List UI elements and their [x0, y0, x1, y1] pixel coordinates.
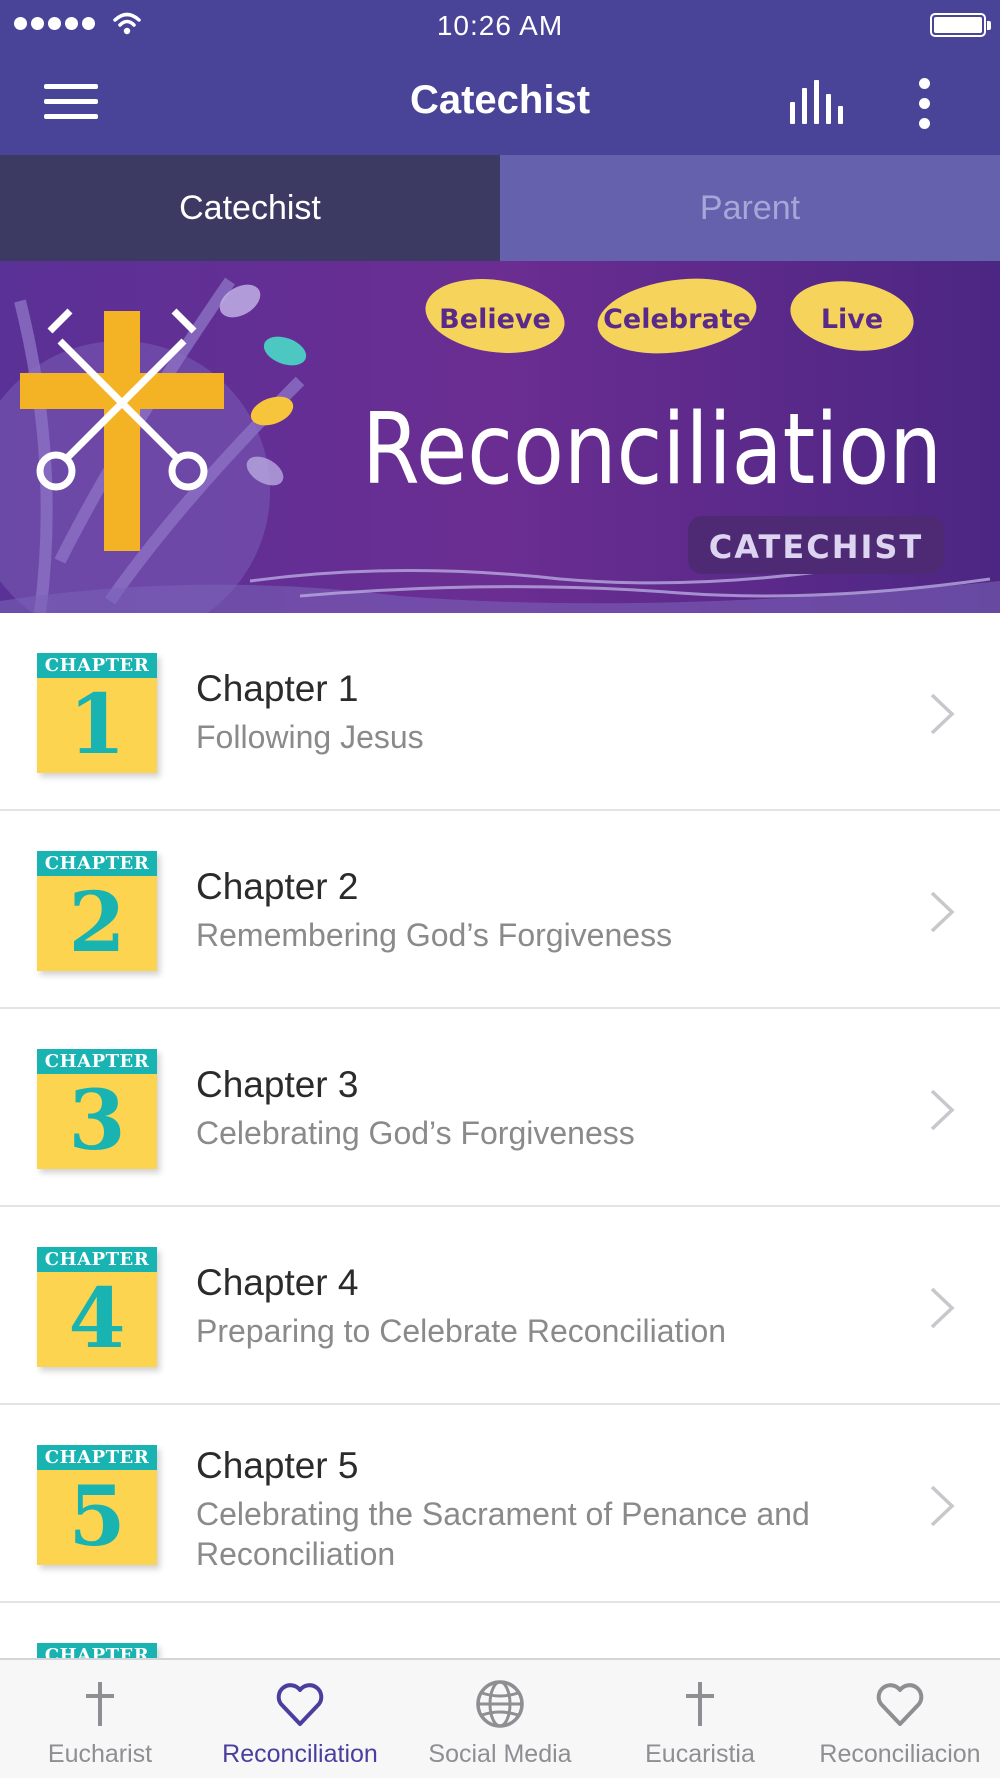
banner-leaf-celebrate: Celebrate	[603, 304, 751, 335]
chapter-title: Chapter 2	[196, 866, 359, 907]
chapter-badge-number: 2	[68, 875, 126, 971]
chapter-badge-label: CHAPTER	[37, 1247, 157, 1272]
chevron-right-icon	[930, 1485, 955, 1527]
role-segmented-control: Catechist Parent	[0, 155, 1000, 261]
tab-reconciliacion[interactable]: Reconciliacion	[800, 1660, 1000, 1778]
chapter-badge: CHAPTER 2	[37, 851, 157, 971]
chapter-badge-label: CHAPTER	[37, 653, 157, 678]
globe-icon	[476, 1680, 524, 1728]
chapter-subtitle: Preparing to Celebrate Reconciliation	[196, 1313, 727, 1349]
banner-leaf-live: Live	[821, 304, 883, 335]
tab-label: Social Media	[428, 1740, 572, 1768]
chevron-right-icon	[930, 693, 955, 735]
banner-tag: CATECHIST	[709, 528, 924, 566]
battery-icon	[930, 13, 991, 37]
chapter-badge-label: CHAPTER	[37, 1643, 157, 1658]
heart-icon	[276, 1683, 324, 1726]
tab-label: Eucaristia	[645, 1740, 755, 1768]
chapter-badge: CHAPTER	[37, 1643, 157, 1658]
tab-parent[interactable]: Parent	[500, 155, 1000, 261]
chapter-badge: CHAPTER 5	[37, 1445, 157, 1565]
chapter-badge-label: CHAPTER	[37, 851, 157, 876]
chapter-badge-label: CHAPTER	[37, 1445, 157, 1470]
chapter-list: CHAPTER 1 Chapter 1 Following Jesus CHAP…	[0, 613, 1000, 1658]
chapter-subtitle: Celebrating God’s Forgiveness	[196, 1115, 635, 1151]
banner-leaf-believe: Believe	[439, 304, 551, 335]
chapter-title: Chapter 4	[196, 1262, 359, 1303]
chapter-subtitle: Following Jesus	[196, 719, 424, 755]
chapter-title: Chapter 1	[196, 668, 359, 709]
tab-label: Reconciliation	[222, 1740, 378, 1768]
chevron-right-icon	[930, 1089, 955, 1131]
chapter-badge-number: 4	[68, 1271, 126, 1367]
tab-label: Eucharist	[47, 1740, 153, 1768]
cross-icon	[86, 1682, 114, 1726]
tab-catechist[interactable]: Catechist	[0, 155, 500, 261]
more-options-icon[interactable]	[908, 76, 942, 132]
status-time: 10:26 AM	[436, 10, 564, 41]
status-bar: 10:26 AM	[0, 0, 1000, 50]
navigation-bar: Catechist	[0, 50, 1000, 155]
chapter-badge: CHAPTER 3	[37, 1049, 157, 1169]
chapter-subtitle: Celebrating the Sacrament of Penance and…	[196, 1496, 810, 1572]
chapter-subtitle: Remembering God’s Forgiveness	[196, 917, 673, 953]
list-item-chapter-2[interactable]: CHAPTER 2 Chapter 2 Remembering God’s Fo…	[0, 811, 1000, 1009]
list-item-chapter-6[interactable]: CHAPTER	[0, 1603, 1000, 1658]
list-item-chapter-5[interactable]: CHAPTER 5 Chapter 5 Celebrating the Sacr…	[0, 1405, 1000, 1603]
list-item-chapter-4[interactable]: CHAPTER 4 Chapter 4 Preparing to Celebra…	[0, 1207, 1000, 1405]
bar-chart-icon[interactable]	[786, 80, 846, 130]
list-item-chapter-1[interactable]: CHAPTER 1 Chapter 1 Following Jesus	[0, 613, 1000, 811]
cross-icon	[686, 1682, 714, 1726]
chapter-badge-number: 3	[68, 1073, 126, 1169]
banner-title: Reconciliation	[362, 393, 942, 507]
tab-reconciliation[interactable]: Reconciliation	[200, 1660, 400, 1778]
tab-social-media[interactable]: Social Media	[400, 1660, 600, 1778]
chapter-badge: CHAPTER 1	[37, 653, 157, 773]
page-title: Catechist	[409, 78, 591, 122]
chevron-right-icon	[930, 1287, 955, 1329]
bottom-tab-bar: Eucharist Reconciliation Social Media Eu…	[0, 1658, 1000, 1778]
hamburger-menu-icon[interactable]	[44, 80, 104, 124]
list-item-chapter-3[interactable]: CHAPTER 3 Chapter 3 Celebrating God’s Fo…	[0, 1009, 1000, 1207]
chapter-title: Chapter 3	[196, 1064, 359, 1105]
tab-eucharist[interactable]: Eucharist	[0, 1660, 200, 1778]
chapter-title: Chapter 5	[196, 1445, 359, 1486]
chapter-badge: CHAPTER 4	[37, 1247, 157, 1367]
chevron-right-icon	[930, 891, 955, 933]
chapter-badge-number: 5	[68, 1469, 126, 1565]
chapter-badge-number: 1	[68, 677, 126, 773]
banner-artwork: Believe Celebrate Live Reconciliation CA…	[0, 261, 1000, 613]
reconciliation-banner: Believe Celebrate Live Reconciliation CA…	[0, 261, 1000, 613]
tab-eucaristia[interactable]: Eucaristia	[600, 1660, 800, 1778]
tab-label: Reconciliacion	[819, 1740, 981, 1768]
chapter-badge-label: CHAPTER	[37, 1049, 157, 1074]
heart-icon	[876, 1683, 924, 1726]
